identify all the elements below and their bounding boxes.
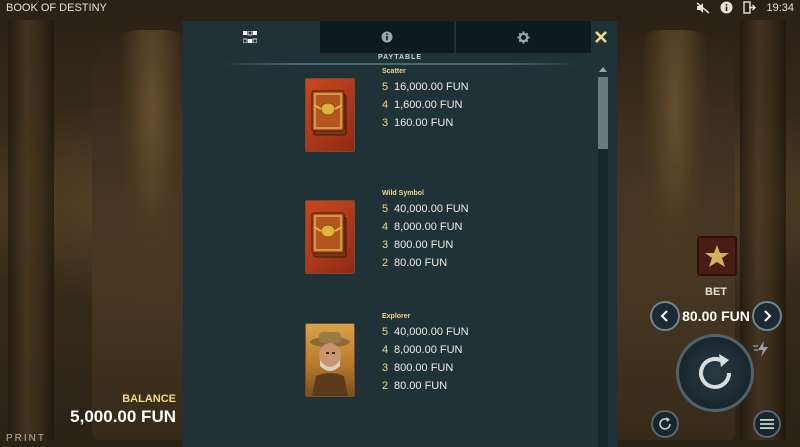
pay-amount: 80.00 FUN	[394, 257, 448, 269]
scroll-thumb[interactable]	[598, 77, 608, 149]
pay-count: 4	[382, 221, 389, 233]
pay-count: 3	[382, 362, 389, 374]
balance-label: BALANCE	[122, 393, 176, 405]
menu-button[interactable]	[753, 410, 781, 438]
pay-count: 5	[382, 326, 389, 338]
book-icon	[305, 78, 355, 152]
close-icon	[595, 31, 607, 43]
star-icon	[705, 245, 729, 267]
chevron-left-icon	[660, 310, 668, 322]
paytable-modal: PAYTABLE Scatter 5 16,000.00 FUN 4 1,600…	[183, 21, 617, 447]
pay-row: 5 40,000.00 FUN	[382, 326, 469, 338]
pay-count: 3	[382, 239, 389, 251]
pay-amount: 800.00 FUN	[394, 362, 454, 374]
pay-amount: 8,000.00 FUN	[394, 344, 463, 356]
pay-row: 3 160.00 FUN	[382, 117, 453, 129]
pay-amount: 80.00 FUN	[394, 380, 448, 392]
clock: 19:34	[766, 1, 794, 14]
pay-count: 2	[382, 257, 389, 269]
pay-count: 2	[382, 380, 389, 392]
pay-count: 5	[382, 81, 389, 93]
bet-panel: BET 80.00 FUN	[650, 286, 782, 331]
brand-logo: PRINT	[6, 433, 46, 444]
balance-value: 5,000.00 FUN	[70, 407, 176, 426]
close-button[interactable]	[591, 27, 611, 47]
bet-decrease-button[interactable]	[650, 301, 680, 331]
tab-info[interactable]	[319, 21, 457, 53]
pay-count: 4	[382, 99, 389, 111]
sound-off-icon[interactable]	[696, 1, 710, 14]
pay-row: 2 80.00 FUN	[382, 257, 447, 269]
bet-increase-button[interactable]	[751, 301, 782, 331]
bet-value: 80.00 FUN	[682, 308, 750, 324]
autoplay-button[interactable]	[651, 410, 679, 438]
info-icon	[381, 31, 393, 43]
modal-tabs	[183, 21, 594, 53]
pay-count: 5	[382, 203, 389, 215]
explorer-icon	[305, 323, 355, 397]
scroll-up-icon[interactable]	[596, 63, 610, 75]
pay-amount: 16,000.00 FUN	[394, 81, 469, 93]
pay-count: 3	[382, 117, 389, 129]
game-title: BOOK OF DESTINY	[6, 2, 107, 14]
pay-amount: 160.00 FUN	[394, 117, 454, 129]
section-title: PAYTABLE	[377, 54, 423, 61]
pay-amount: 8,000.00 FUN	[394, 221, 463, 233]
background-pillar	[8, 20, 54, 440]
pay-amount: 40,000.00 FUN	[394, 326, 469, 338]
pay-row: 2 80.00 FUN	[382, 380, 447, 392]
symbol-name: Wild Symbol	[382, 190, 424, 197]
paytable-scrollbar[interactable]	[596, 63, 610, 447]
pay-amount: 1,600.00 FUN	[394, 99, 463, 111]
symbol-name: Explorer	[382, 313, 411, 320]
pay-amount: 800.00 FUN	[394, 239, 454, 251]
spin-button[interactable]	[676, 334, 754, 412]
pay-row: 4 8,000.00 FUN	[382, 221, 462, 233]
autoplay-icon	[659, 417, 671, 430]
pay-row: 3 800.00 FUN	[382, 239, 453, 251]
spin-icon	[699, 354, 731, 389]
lightning-icon	[753, 341, 768, 357]
paytable-icon	[243, 31, 258, 43]
pay-count: 4	[382, 344, 389, 356]
exit-icon[interactable]	[743, 1, 757, 14]
gear-icon	[517, 31, 530, 43]
section-divider	[223, 63, 577, 65]
hamburger-icon	[760, 419, 774, 429]
pay-row: 3 800.00 FUN	[382, 362, 453, 374]
pay-amount: 40,000.00 FUN	[394, 203, 469, 215]
pay-row: 4 8,000.00 FUN	[382, 344, 462, 356]
pay-row: 5 16,000.00 FUN	[382, 81, 469, 93]
feature-star-badge[interactable]	[697, 236, 737, 276]
info-icon[interactable]	[720, 1, 733, 14]
turbo-button[interactable]	[752, 340, 774, 358]
balance-display: BALANCE 5,000.00 FUN	[60, 393, 176, 427]
top-status-bar: 19:34	[696, 1, 794, 14]
bet-label: BET	[705, 286, 727, 298]
pay-row: 5 40,000.00 FUN	[382, 203, 469, 215]
book-icon	[305, 200, 355, 274]
chevron-right-icon	[764, 310, 772, 322]
symbol-name: Scatter	[382, 68, 406, 75]
tab-paytable[interactable]	[183, 21, 320, 53]
tab-settings[interactable]	[456, 21, 594, 53]
pay-row: 4 1,600.00 FUN	[382, 99, 462, 111]
